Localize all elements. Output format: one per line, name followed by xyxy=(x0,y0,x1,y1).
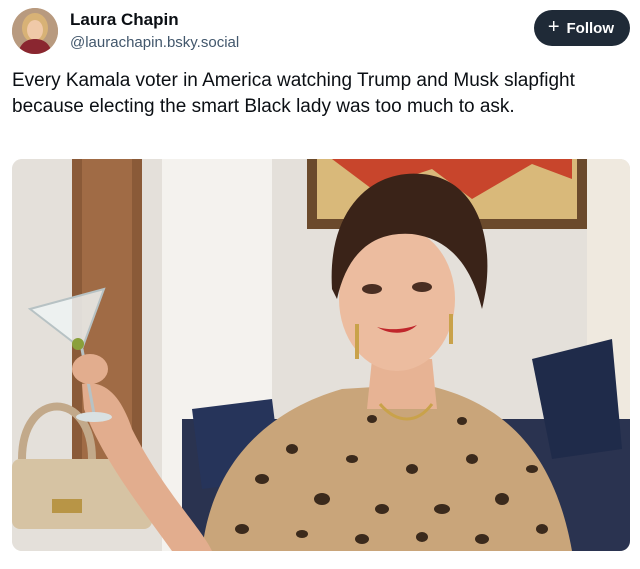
follow-button[interactable]: + Follow xyxy=(533,10,630,46)
post-text: Every Kamala voter in America watching T… xyxy=(12,70,575,117)
post-card: Laura Chapin @laurachapin.bsky.social + … xyxy=(0,0,640,569)
plus-icon: + xyxy=(547,16,560,38)
post-image[interactable] xyxy=(12,159,630,551)
author-name[interactable]: Laura Chapin xyxy=(70,10,179,30)
woman-toasting-martini-image xyxy=(12,159,630,551)
author-avatar[interactable] xyxy=(12,8,58,54)
author-handle[interactable]: @laurachapin.bsky.social xyxy=(70,34,239,51)
user-avatar-icon xyxy=(12,8,58,54)
follow-label: Follow xyxy=(566,19,615,37)
